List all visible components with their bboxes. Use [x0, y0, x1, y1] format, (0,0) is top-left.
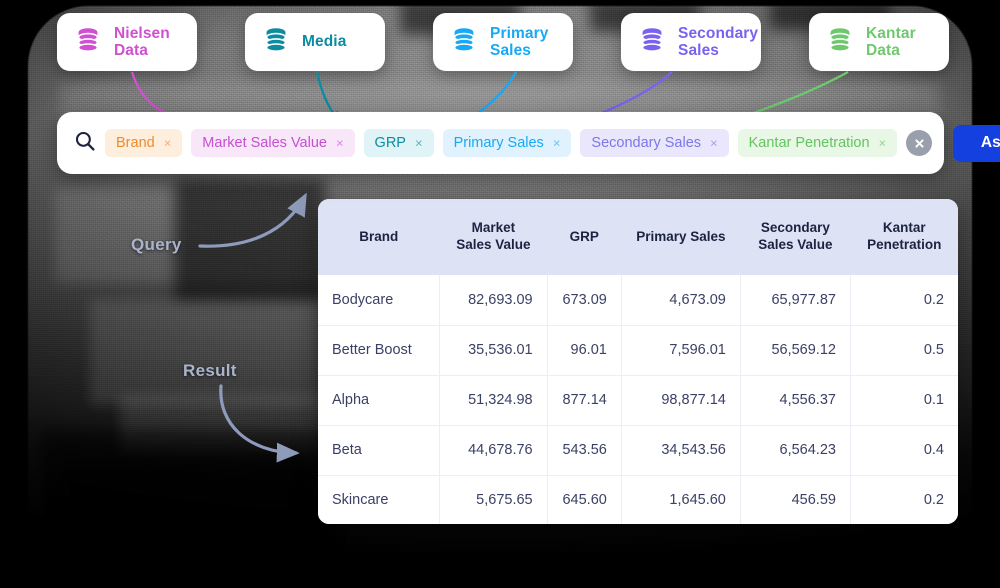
- filter-chip-market-sales-value[interactable]: Market Sales Value ×: [191, 129, 355, 157]
- cell-kantar_penetration: 0.2: [850, 475, 958, 524]
- cell-grp: 673.09: [547, 275, 622, 326]
- query-label: Query: [131, 235, 182, 254]
- results-table: Brand Market Sales Value GRP Primary Sales S…: [318, 199, 958, 524]
- database-icon: [825, 25, 855, 60]
- filter-chip-brand[interactable]: Brand ×: [105, 129, 183, 157]
- table-header-kantar-penetration: Kantar Penetration: [850, 199, 958, 275]
- cell-grp: 877.14: [547, 375, 622, 426]
- chip-remove-icon[interactable]: ×: [415, 135, 423, 150]
- source-card-media[interactable]: Media: [245, 13, 385, 71]
- table-row: Beta 44,678.76 543.56 34,543.56 6,564.23 0.4: [318, 425, 958, 476]
- cell-kantar_penetration: 0.5: [850, 325, 958, 376]
- database-icon: [637, 25, 667, 60]
- filter-chip-kantar-penetration[interactable]: Kantar Penetration ×: [737, 129, 898, 157]
- clear-all-button[interactable]: [906, 130, 933, 156]
- database-icon: [449, 25, 479, 60]
- filter-chip-primary-sales[interactable]: Primary Sales ×: [442, 129, 572, 157]
- table-row: Skincare 5,675.65 645.60 1,645.60 456.59 0.2: [318, 475, 958, 524]
- cell-market_sales_value: 44,678.76: [439, 425, 548, 476]
- cell-brand: Better Boost: [318, 325, 441, 376]
- cell-brand: Skincare: [318, 475, 441, 524]
- source-card-primary-sales[interactable]: Primary Sales: [433, 13, 573, 71]
- filter-chip-grp[interactable]: GRP ×: [363, 129, 434, 157]
- table-header-secondary-sales-value: Secondary Sales Value: [740, 199, 851, 275]
- source-card-label: Nielsen Data: [114, 24, 170, 59]
- cell-grp: 96.01: [547, 325, 622, 376]
- source-card-label: Media: [302, 33, 347, 51]
- cell-brand: Alpha: [318, 375, 441, 426]
- chip-remove-icon[interactable]: ×: [336, 135, 344, 150]
- database-icon: [73, 25, 103, 60]
- cell-primary_sales: 4,673.09: [621, 275, 741, 326]
- cell-primary_sales: 98,877.14: [621, 375, 741, 426]
- table-row: Bodycare 82,693.09 673.09 4,673.09 65,977.87…: [318, 275, 958, 326]
- chip-label: Brand: [116, 135, 155, 151]
- cell-secondary_sales_value: 6,564.23: [740, 425, 851, 476]
- cell-primary_sales: 1,645.60: [621, 475, 741, 524]
- cell-market_sales_value: 35,536.01: [439, 325, 548, 376]
- ask-button[interactable]: Ask: [953, 124, 1000, 162]
- result-label: Result: [183, 361, 237, 380]
- chip-label: Primary Sales: [453, 135, 544, 151]
- table-header-brand: Brand: [318, 199, 440, 275]
- chip-remove-icon[interactable]: ×: [553, 135, 561, 150]
- source-card-secondary-sales[interactable]: Secondary Sales: [621, 13, 761, 71]
- cell-kantar_penetration: 0.4: [850, 425, 958, 476]
- source-card-label: Kantar Data: [866, 24, 916, 59]
- table-header-primary-sales: Primary Sales: [621, 199, 741, 275]
- query-search-bar[interactable]: Brand × Market Sales Value × GRP × Primary Sal…: [57, 112, 1000, 174]
- cell-secondary_sales_value: 56,569.12: [740, 325, 851, 376]
- table-header-market-sales-value: Market Sales Value: [439, 199, 548, 275]
- filter-chip-list: Brand × Market Sales Value × GRP × Primary Sal…: [105, 129, 898, 157]
- cell-secondary_sales_value: 4,556.37: [740, 375, 851, 426]
- chip-label: Kantar Penetration: [748, 135, 870, 151]
- table-header-row: Brand Market Sales Value GRP Primary Sales S…: [318, 199, 958, 275]
- source-card-label: Secondary Sales: [678, 24, 759, 59]
- table-body: Bodycare 82,693.09 673.09 4,673.09 65,977.87…: [318, 275, 958, 524]
- chip-remove-icon[interactable]: ×: [879, 135, 887, 150]
- cell-market_sales_value: 5,675.65: [439, 475, 548, 524]
- screenshot-root: Query Result Nielsen Data Media Primary Sale…: [0, 0, 1000, 588]
- cell-kantar_penetration: 0.1: [850, 375, 958, 426]
- filter-chip-secondary-sales[interactable]: Secondary Sales ×: [580, 129, 729, 157]
- chip-label: Secondary Sales: [591, 135, 702, 151]
- chip-remove-icon[interactable]: ×: [710, 135, 718, 150]
- cell-secondary_sales_value: 456.59: [740, 475, 851, 524]
- chip-label: GRP: [374, 135, 406, 151]
- cell-secondary_sales_value: 65,977.87: [740, 275, 851, 326]
- source-card-label: Primary Sales: [490, 24, 549, 59]
- cell-grp: 645.60: [547, 475, 622, 524]
- cell-kantar_penetration: 0.2: [850, 275, 958, 326]
- table-row: Better Boost 35,536.01 96.01 7,596.01 56,569…: [318, 325, 958, 376]
- cell-primary_sales: 34,543.56: [621, 425, 741, 476]
- cell-brand: Bodycare: [318, 275, 441, 326]
- table-header-grp: GRP: [547, 199, 622, 275]
- cell-market_sales_value: 51,324.98: [439, 375, 548, 426]
- cell-brand: Beta: [318, 425, 441, 476]
- cell-grp: 543.56: [547, 425, 622, 476]
- database-icon: [261, 25, 291, 60]
- chip-remove-icon[interactable]: ×: [164, 135, 172, 150]
- table-row: Alpha 51,324.98 877.14 98,877.14 4,556.37 0.1: [318, 375, 958, 426]
- cell-market_sales_value: 82,693.09: [439, 275, 548, 326]
- source-card-kantar-data[interactable]: Kantar Data: [809, 13, 949, 71]
- search-icon: [74, 130, 96, 157]
- source-card-nielsen-data[interactable]: Nielsen Data: [57, 13, 197, 71]
- chip-label: Market Sales Value: [202, 135, 327, 151]
- cell-primary_sales: 7,596.01: [621, 325, 741, 376]
